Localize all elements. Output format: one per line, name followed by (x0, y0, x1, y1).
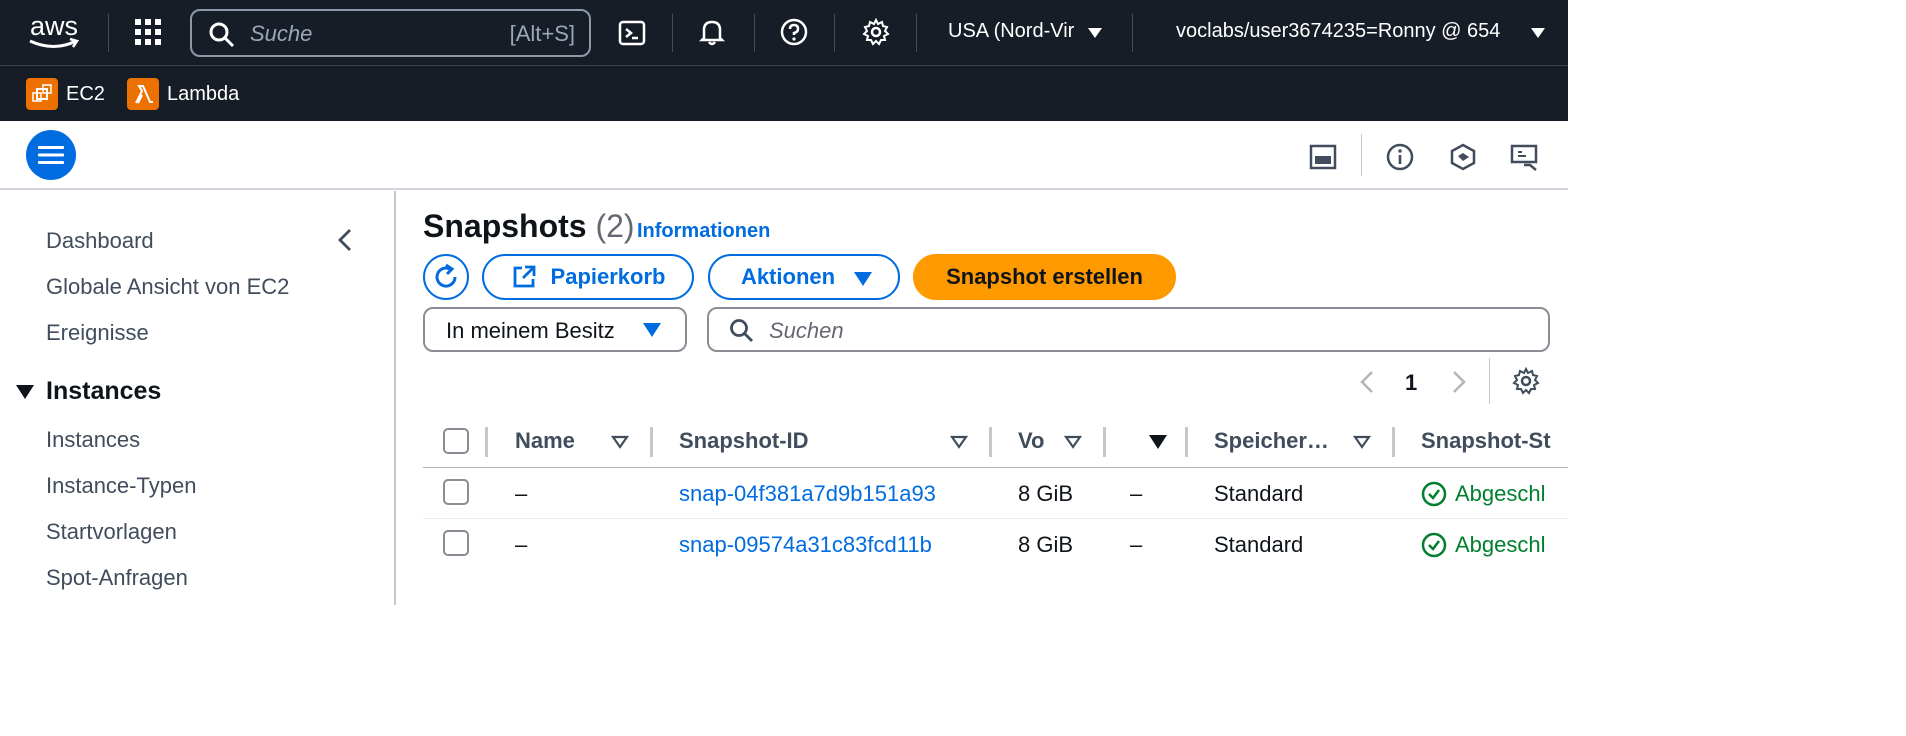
lambda-icon (127, 78, 159, 110)
sort-icon[interactable] (950, 435, 968, 449)
page-title: Snapshots (2) (423, 208, 635, 244)
sidebar-item-instance-types[interactable]: Instance-Typen (46, 473, 196, 499)
column-header-storage-tier[interactable]: Speicher… (1214, 428, 1329, 454)
cell-status: Abgeschl (1421, 481, 1568, 507)
cell-blank: – (1130, 532, 1143, 557)
previous-page-icon[interactable] (1356, 368, 1378, 396)
sidebar-item-launch-templates[interactable]: Startvorlagen (46, 519, 177, 545)
cell-name: – (515, 481, 528, 506)
check-circle-icon (1421, 532, 1447, 558)
security-hexagon-icon[interactable] (1446, 140, 1480, 174)
caret-down-icon (643, 323, 661, 337)
divider (916, 14, 917, 52)
page-number[interactable]: 1 (1405, 370, 1417, 396)
divider (672, 14, 673, 52)
snapshot-id-link[interactable]: snap-04f381a7d9b151a93 (679, 481, 936, 507)
cell-blank: – (1130, 481, 1143, 506)
actions-dropdown-button[interactable]: Aktionen (708, 254, 900, 300)
column-header-snapshot-status[interactable]: Snapshot-St (1421, 428, 1551, 453)
apps-grid-icon[interactable] (130, 14, 166, 50)
feedback-icon[interactable] (1508, 140, 1542, 174)
refresh-button[interactable] (423, 254, 469, 300)
sidebar-item-events[interactable]: Ereignisse (46, 320, 149, 346)
sidebar-item-instances[interactable]: Instances (46, 427, 140, 453)
favorite-label: EC2 (66, 82, 105, 105)
chevron-down-icon (1531, 28, 1545, 38)
split-panel-icon[interactable] (1306, 140, 1340, 174)
sidebar-item-global-view[interactable]: Globale Ansicht von EC2 (46, 274, 289, 300)
favorite-label: Lambda (167, 82, 240, 105)
settings-gear-icon[interactable] (860, 16, 892, 48)
collapse-sidebar-icon[interactable] (332, 226, 358, 254)
notifications-bell-icon[interactable] (696, 16, 728, 48)
column-divider (989, 427, 992, 457)
favorite-lambda[interactable]: Lambda (127, 78, 239, 110)
sidebar-section-instances[interactable]: Instances (46, 377, 161, 406)
header-divider (423, 467, 1568, 468)
cell-volume-size: 8 GiB (1018, 532, 1074, 557)
caret-down-icon (854, 272, 872, 286)
cell-status: Abgeschl (1421, 532, 1568, 558)
cell-storage-tier: Standard (1214, 532, 1304, 557)
hamburger-menu-button[interactable] (26, 130, 76, 180)
search-icon (730, 319, 753, 342)
cell-volume-size: 8 GiB (1018, 481, 1074, 506)
account-menu[interactable]: voclabs/user3674235=Ronny @ 654 (1176, 20, 1500, 43)
column-header-snapshot-id[interactable]: Snapshot-ID (679, 428, 809, 454)
sort-icon[interactable] (1353, 435, 1371, 449)
search-shortcut: [Alt+S] (509, 21, 575, 46)
favorite-ec2[interactable]: EC2 (26, 78, 105, 110)
snapshot-id-link[interactable]: snap-09574a31c83fcd11b (679, 532, 932, 558)
table-settings-gear-icon[interactable] (1511, 366, 1541, 396)
cell-storage-tier: Standard (1214, 481, 1304, 506)
column-header-volume-size[interactable]: Vo (1018, 428, 1044, 454)
divider (108, 14, 109, 52)
caret-down-icon[interactable] (16, 385, 34, 399)
column-divider (1185, 427, 1188, 457)
sidebar-item-dashboard[interactable]: Dashboard (46, 228, 154, 254)
column-header-name[interactable]: Name (515, 428, 575, 454)
cloudshell-icon[interactable] (616, 17, 648, 49)
next-page-icon[interactable] (1448, 368, 1470, 396)
recycle-bin-button[interactable]: Papierkorb (482, 254, 694, 300)
column-divider (1392, 427, 1395, 457)
search-placeholder: Suche (250, 21, 313, 46)
ec2-icon (26, 78, 58, 110)
row-checkbox[interactable] (443, 530, 469, 556)
search-icon (209, 22, 235, 48)
info-link[interactable]: Informationen (637, 220, 770, 243)
aws-logo[interactable]: aws (26, 12, 82, 52)
owner-filter-select[interactable]: In meinem Besitz (423, 307, 687, 352)
help-icon[interactable] (778, 16, 810, 48)
snapshot-count: (2) (595, 208, 635, 244)
check-circle-icon (1421, 481, 1447, 507)
external-link-icon (513, 265, 535, 288)
divider (834, 14, 835, 52)
column-divider (485, 427, 488, 457)
divider (1132, 14, 1133, 52)
column-divider (1103, 427, 1106, 457)
row-divider (423, 518, 1568, 519)
region-selector[interactable]: USA (Nord-Vir (948, 20, 1074, 43)
divider (1361, 134, 1362, 176)
select-all-checkbox[interactable] (443, 428, 469, 454)
divider (1489, 358, 1490, 404)
column-header-snapshot-status-wrap: Snapshot-St (1421, 428, 1568, 454)
refresh-icon (435, 263, 457, 288)
menu-icon (38, 146, 64, 164)
top-navigation-bar: aws Suche [Alt+S] USA (Nord-Vir voclabs/… (0, 0, 1568, 66)
sidebar-item-spot-requests[interactable]: Spot-Anfragen (46, 565, 188, 591)
column-divider (650, 427, 653, 457)
info-icon[interactable] (1383, 140, 1417, 174)
sort-icon[interactable] (611, 435, 629, 449)
sort-descending-icon[interactable] (1149, 435, 1167, 449)
snapshot-search-input[interactable]: Suchen (707, 307, 1550, 352)
create-snapshot-button[interactable]: Snapshot erstellen (913, 254, 1176, 300)
cell-name: – (515, 532, 528, 557)
divider (754, 14, 755, 52)
sort-icon[interactable] (1064, 435, 1082, 449)
chevron-down-icon (1088, 28, 1102, 38)
global-search-input[interactable]: Suche [Alt+S] (190, 9, 591, 57)
row-checkbox[interactable] (443, 479, 469, 505)
